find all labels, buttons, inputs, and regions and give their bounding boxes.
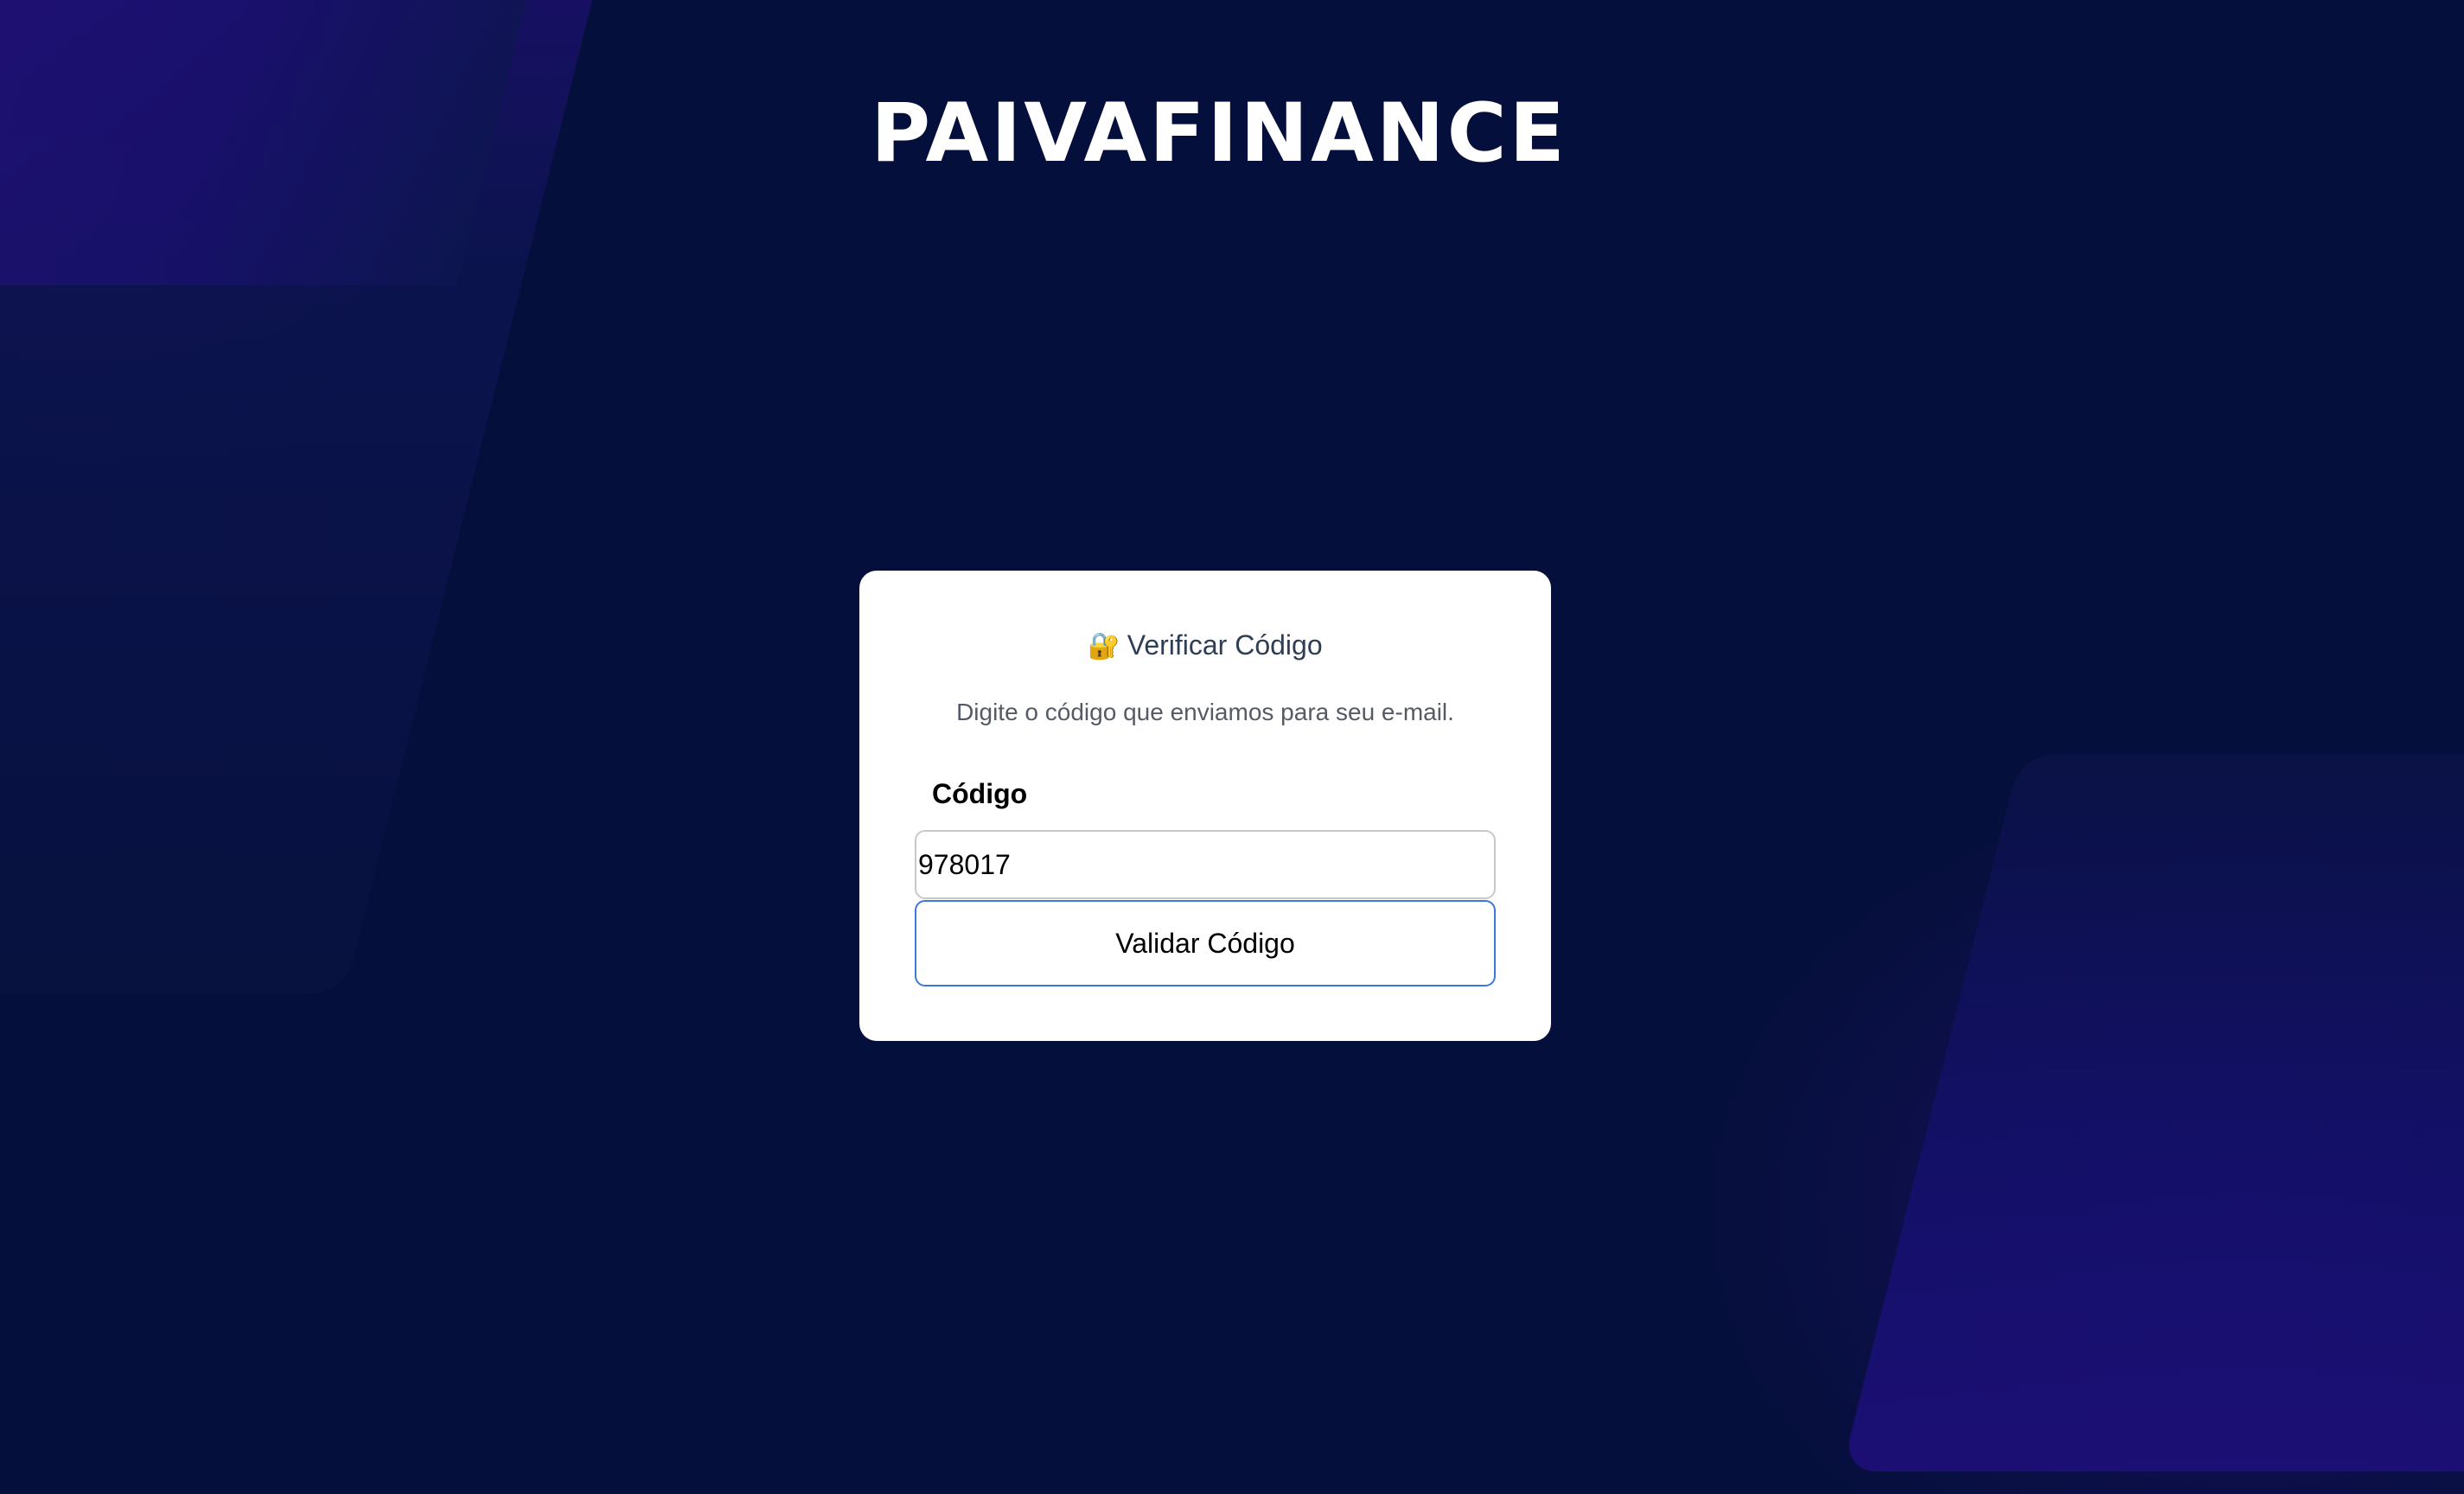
verify-code-card: 🔐 Verificar Código Digite o código que en… bbox=[859, 571, 1551, 1041]
card-title: 🔐 Verificar Código bbox=[859, 629, 1551, 661]
brand-logo-text: PAIVAFINANCE bbox=[871, 86, 1567, 181]
card-title-text: Verificar Código bbox=[1127, 629, 1323, 661]
lock-key-icon: 🔐 bbox=[1088, 632, 1120, 661]
code-input[interactable] bbox=[915, 830, 1496, 899]
card-subtitle: Digite o código que enviamos para seu e-… bbox=[956, 699, 1454, 725]
code-label: Código bbox=[932, 778, 1028, 809]
validate-code-button[interactable]: Validar Código bbox=[915, 900, 1496, 986]
brand-logo: PAIVAFINANCE bbox=[0, 86, 2464, 181]
